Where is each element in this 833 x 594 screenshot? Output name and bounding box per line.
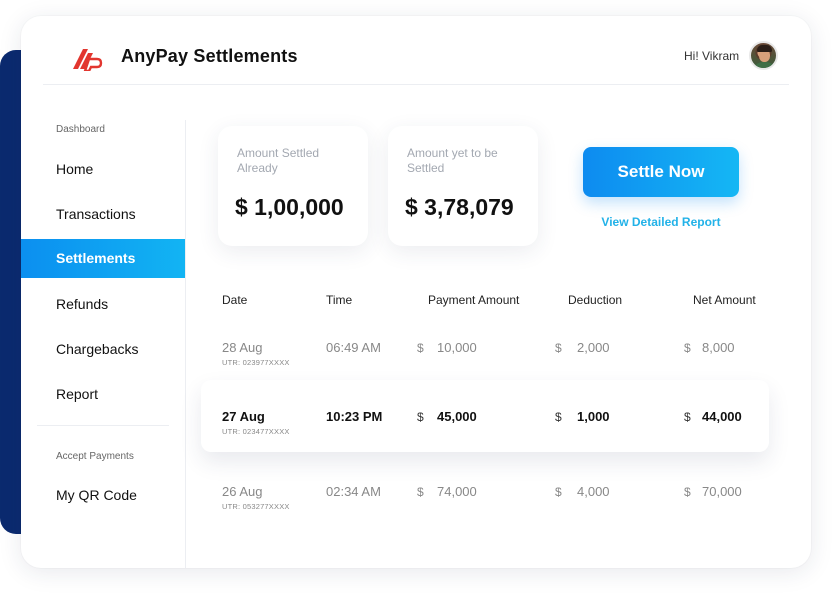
sidebar-item-report[interactable]: Report xyxy=(21,375,185,414)
row-utr: UTR: 023477XXXX xyxy=(222,427,290,436)
amount-settled-label: Amount Settled Already xyxy=(237,146,320,175)
table-row[interactable]: 28 Aug UTR: 023977XXXX 06:49 AM $ 10,000… xyxy=(201,313,769,385)
amount-settled-card: Amount Settled Already $ 1,00,000 xyxy=(218,126,368,246)
view-detailed-report-link[interactable]: View Detailed Report xyxy=(583,215,739,229)
table-row-highlighted[interactable]: 27 Aug UTR: 023477XXXX 10:23 PM $ 45,000… xyxy=(201,380,769,452)
row-time: 02:34 AM xyxy=(326,484,381,499)
row-date: 28 Aug xyxy=(222,340,263,355)
column-header-payment-amount: Payment Amount xyxy=(428,293,520,307)
row-net-amount: 8,000 xyxy=(702,340,735,355)
app-title: AnyPay Settlements xyxy=(121,46,298,66)
currency-symbol: $ xyxy=(684,341,691,355)
currency-symbol: $ xyxy=(417,410,424,424)
row-date: 26 Aug xyxy=(222,484,263,499)
currency-symbol: $ xyxy=(684,485,691,499)
anypay-logo-icon xyxy=(73,49,103,71)
currency-symbol: $ xyxy=(555,410,562,424)
row-date: 27 Aug xyxy=(222,409,265,424)
row-time: 06:49 AM xyxy=(326,340,381,355)
sidebar-section-dashboard: Dashboard xyxy=(56,124,105,135)
currency-symbol: $ xyxy=(417,485,424,499)
currency-symbol: $ xyxy=(555,485,562,499)
row-net-amount: 70,000 xyxy=(702,484,742,499)
user-avatar[interactable] xyxy=(749,41,778,70)
row-payment-amount: 10,000 xyxy=(437,340,477,355)
header-divider xyxy=(43,84,789,85)
row-net-amount: 44,000 xyxy=(702,409,742,424)
sidebar-item-qr-code[interactable]: My QR Code xyxy=(21,476,185,515)
sidebar-item-home[interactable]: Home xyxy=(21,150,185,189)
column-header-time: Time xyxy=(326,293,353,307)
amount-pending-value: $ 3,78,079 xyxy=(405,194,514,220)
app-window: AnyPay Settlements Hi! Vikram Dashboard … xyxy=(21,16,811,568)
row-utr: UTR: 023977XXXX xyxy=(222,358,290,367)
row-deduction: 4,000 xyxy=(577,484,610,499)
row-deduction: 1,000 xyxy=(577,409,610,424)
column-header-deduction: Deduction xyxy=(568,293,623,307)
user-greeting: Hi! Vikram xyxy=(684,49,740,63)
sidebar-item-transactions[interactable]: Transactions xyxy=(21,195,185,234)
currency-symbol: $ xyxy=(684,410,691,424)
amount-pending-card: Amount yet to be Settled $ 3,78,079 xyxy=(388,126,538,246)
row-utr: UTR: 053277XXXX xyxy=(222,502,290,511)
currency-symbol: $ xyxy=(555,341,562,355)
sidebar-border xyxy=(185,120,186,568)
row-deduction: 2,000 xyxy=(577,340,610,355)
amount-pending-label: Amount yet to be Settled xyxy=(407,146,498,175)
row-payment-amount: 45,000 xyxy=(437,409,477,424)
sidebar-item-settlements[interactable]: Settlements xyxy=(21,239,185,278)
currency-symbol: $ xyxy=(417,341,424,355)
amount-settled-value: $ 1,00,000 xyxy=(235,194,344,220)
sidebar-divider xyxy=(37,425,169,426)
column-header-net-amount: Net Amount xyxy=(693,293,756,307)
row-time: 10:23 PM xyxy=(326,409,383,424)
sidebar-item-chargebacks[interactable]: Chargebacks xyxy=(21,330,185,369)
table-row[interactable]: 26 Aug UTR: 053277XXXX 02:34 AM $ 74,000… xyxy=(201,457,769,529)
sidebar-section-accept-payments: Accept Payments xyxy=(56,451,134,462)
row-payment-amount: 74,000 xyxy=(437,484,477,499)
column-header-date: Date xyxy=(222,293,248,307)
settle-now-button[interactable]: Settle Now xyxy=(583,147,739,197)
page: AnyPay Settlements Hi! Vikram Dashboard … xyxy=(0,0,833,594)
sidebar-item-refunds[interactable]: Refunds xyxy=(21,285,185,324)
